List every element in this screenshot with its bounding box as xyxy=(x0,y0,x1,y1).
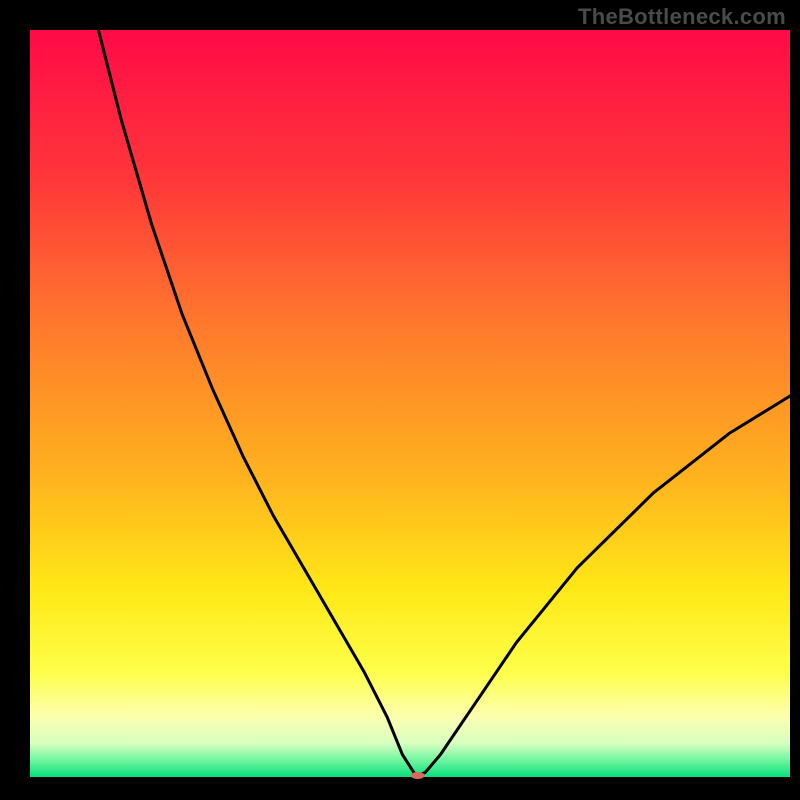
chart-background xyxy=(30,30,790,777)
chart-frame: TheBottleneck.com xyxy=(0,0,800,800)
bottleneck-chart xyxy=(0,0,800,800)
minimum-marker xyxy=(411,772,425,779)
